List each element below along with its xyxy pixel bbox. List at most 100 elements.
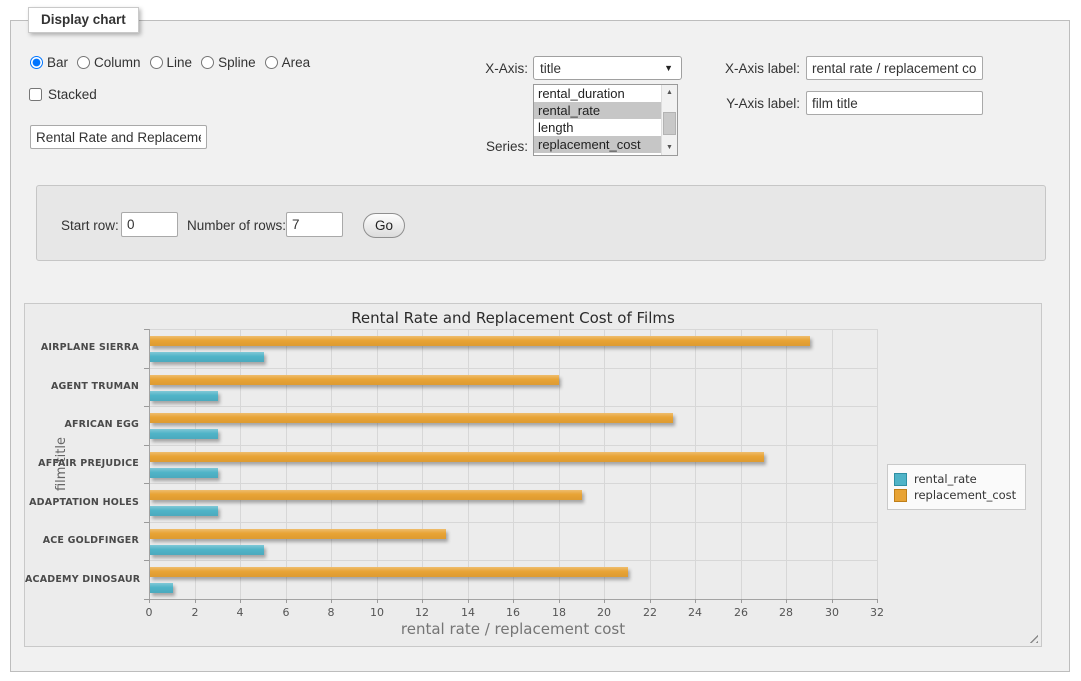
y-axis-text-label: Y-Axis label: (700, 96, 800, 111)
series-options: rental_durationrental_ratelengthreplacem… (534, 85, 677, 153)
chart-type-radio-column[interactable] (77, 56, 90, 69)
gridline-vertical (513, 329, 514, 599)
legend-swatch-replacement_cost (894, 489, 907, 502)
x-tick-label: 20 (589, 606, 619, 619)
y-tick-mark (144, 406, 149, 407)
x-tick-mark (877, 599, 878, 603)
category-label: ACE GOLDFINGER (25, 535, 139, 546)
bar-replacement_cost[interactable] (150, 490, 582, 500)
x-tick-label: 32 (862, 606, 892, 619)
scroll-up-icon[interactable]: ▲ (662, 85, 677, 100)
chart-type-option-spline[interactable]: Spline (201, 55, 256, 70)
plot-area (149, 329, 877, 599)
bar-rental_rate[interactable] (150, 391, 218, 401)
fieldset-legend: Display chart (28, 7, 139, 33)
x-axis-select[interactable]: title ▼ (533, 56, 682, 80)
x-tick-mark (377, 599, 378, 603)
chevron-down-icon: ▼ (664, 63, 673, 73)
bar-replacement_cost[interactable] (150, 567, 628, 577)
series-listbox[interactable]: rental_durationrental_ratelengthreplacem… (533, 84, 678, 156)
bar-rental_rate[interactable] (150, 352, 264, 362)
gridline-horizontal (149, 406, 877, 407)
scroll-down-icon[interactable]: ▼ (662, 140, 677, 155)
bar-replacement_cost[interactable] (150, 413, 673, 423)
category-label: AIRPLANE SIERRA (25, 342, 139, 353)
category-label: ADAPTATION HOLES (25, 497, 139, 508)
gridline-vertical (331, 329, 332, 599)
bar-rental_rate[interactable] (150, 583, 173, 593)
x-tick-label: 30 (817, 606, 847, 619)
x-tick-label: 14 (453, 606, 483, 619)
bar-rental_rate[interactable] (150, 506, 218, 516)
chart-type-option-area[interactable]: Area (265, 55, 311, 70)
gridline-horizontal (149, 445, 877, 446)
gridline-horizontal (149, 522, 877, 523)
gridline-horizontal (149, 329, 877, 330)
gridline-vertical (240, 329, 241, 599)
x-tick-mark (513, 599, 514, 603)
x-tick-mark (240, 599, 241, 603)
x-tick-label: 28 (771, 606, 801, 619)
bar-replacement_cost[interactable] (150, 375, 559, 385)
y-tick-mark (144, 329, 149, 330)
series-option-rental_duration[interactable]: rental_duration (534, 85, 666, 102)
gridline-vertical (650, 329, 651, 599)
bar-rental_rate[interactable] (150, 429, 218, 439)
y-tick-mark (144, 483, 149, 484)
chart-type-option-column[interactable]: Column (77, 55, 141, 70)
gridline-vertical (422, 329, 423, 599)
num-rows-input[interactable] (286, 212, 343, 237)
gridline-vertical (468, 329, 469, 599)
category-label: ACADEMY DINOSAUR (25, 574, 139, 585)
series-option-rental_rate[interactable]: rental_rate (534, 102, 666, 119)
go-button[interactable]: Go (363, 213, 405, 238)
chart-type-radio-spline[interactable] (201, 56, 214, 69)
start-row-input[interactable] (121, 212, 178, 237)
scrollbar-thumb[interactable] (663, 112, 676, 135)
bar-rental_rate[interactable] (150, 468, 218, 478)
chart-type-radio-area[interactable] (265, 56, 278, 69)
y-axis-label-input[interactable] (806, 91, 983, 115)
legend-swatch-rental_rate (894, 473, 907, 486)
legend-item-replacement_cost[interactable]: replacement_cost (894, 488, 1016, 502)
x-tick-label: 16 (498, 606, 528, 619)
listbox-scrollbar[interactable]: ▲ ▼ (661, 85, 677, 155)
gridline-vertical (604, 329, 605, 599)
x-tick-mark (559, 599, 560, 603)
x-axis-label-input[interactable] (806, 56, 983, 80)
stacked-checkbox[interactable] (29, 88, 42, 101)
legend-label: replacement_cost (914, 488, 1016, 502)
x-tick-mark (695, 599, 696, 603)
series-option-length[interactable]: length (534, 119, 666, 136)
x-axis-select-label: X-Axis: (455, 61, 528, 76)
bar-replacement_cost[interactable] (150, 336, 810, 346)
gridline-horizontal (149, 560, 877, 561)
x-tick-label: 8 (316, 606, 346, 619)
chart-type-radio-bar[interactable] (30, 56, 43, 69)
chart-type-label: Spline (218, 55, 256, 70)
x-axis-text-label: X-Axis label: (700, 61, 800, 76)
stacked-option[interactable]: Stacked (29, 87, 97, 102)
bar-replacement_cost[interactable] (150, 529, 446, 539)
bar-rental_rate[interactable] (150, 545, 264, 555)
y-axis-line (149, 329, 150, 600)
x-tick-label: 0 (134, 606, 164, 619)
x-tick-mark (786, 599, 787, 603)
chart-x-axis-title: rental rate / replacement cost (149, 620, 877, 638)
stacked-label: Stacked (48, 87, 97, 102)
legend-item-rental_rate[interactable]: rental_rate (894, 472, 1016, 486)
chart-type-option-line[interactable]: Line (150, 55, 193, 70)
chart-type-radio-line[interactable] (150, 56, 163, 69)
num-rows-label: Number of rows: (187, 218, 286, 233)
chart-title-input[interactable] (30, 125, 207, 149)
chart-title: Rental Rate and Replacement Cost of Film… (149, 309, 877, 327)
bar-replacement_cost[interactable] (150, 452, 764, 462)
gridline-vertical (286, 329, 287, 599)
series-option-replacement_cost[interactable]: replacement_cost (534, 136, 666, 153)
category-label: AFRICAN EGG (25, 419, 139, 430)
resize-handle-icon[interactable] (1026, 631, 1038, 643)
series-label: Series: (455, 139, 528, 154)
y-tick-mark (144, 445, 149, 446)
chart-type-option-bar[interactable]: Bar (30, 55, 68, 70)
x-tick-label: 24 (680, 606, 710, 619)
